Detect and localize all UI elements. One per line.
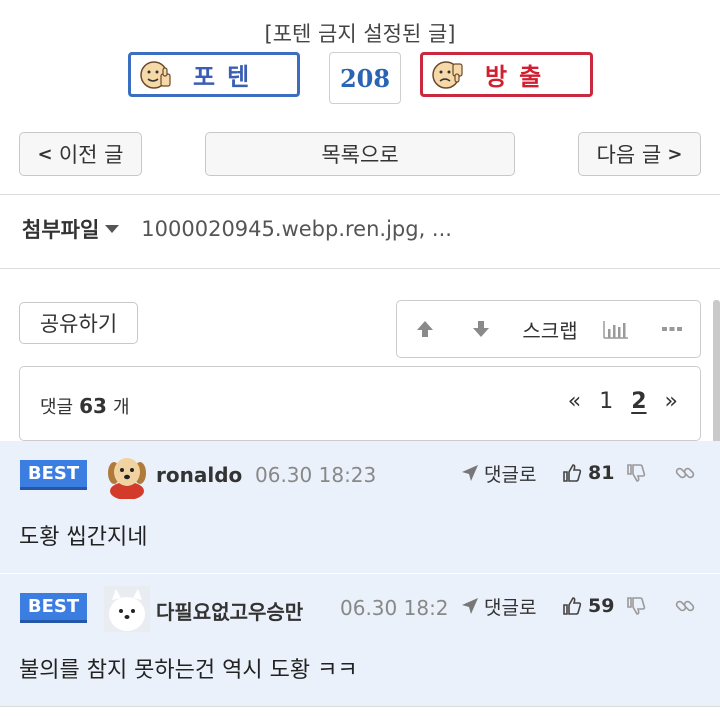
comment-item: BEST ronaldo 06.30 18:23 댓글로 81 도황 씹간지네 (0, 441, 720, 573)
best-badge: BEST (20, 593, 87, 623)
comment-time: 06.30 18:23 (340, 596, 462, 620)
more-icon[interactable] (655, 301, 689, 357)
post-toolbar: 스크랩 (396, 300, 701, 358)
downvote-button[interactable]: 방출 (420, 52, 593, 97)
list-label: 목록으로 (321, 143, 399, 167)
caret-down-icon[interactable] (105, 225, 120, 233)
prev-post-label: 이전 글 (58, 143, 124, 167)
scrap-button[interactable]: 스크랩 (517, 301, 583, 357)
chevron-right-icon: > (661, 143, 683, 165)
page-link-1[interactable]: 1 (599, 389, 613, 414)
best-badge: BEST (20, 460, 87, 490)
comment-count-unit: 개 (112, 397, 130, 418)
thumbs-down-icon (627, 597, 646, 615)
like-button[interactable]: 59 (562, 584, 614, 628)
like-button[interactable]: 81 (562, 451, 614, 495)
dislike-button[interactable] (626, 584, 646, 628)
thumbs-up-face-icon (140, 60, 171, 89)
link-icon[interactable] (674, 584, 696, 628)
share-label: 공유하기 (39, 312, 118, 336)
attachments-toggle[interactable]: 첨부파일 (22, 214, 99, 244)
arrow-down-icon[interactable] (465, 301, 497, 357)
upvote-button[interactable]: 포텐 (128, 52, 300, 97)
thumbs-down-face-icon (432, 60, 463, 89)
next-post-label: 다음 글 (596, 143, 662, 167)
like-count: 59 (588, 595, 615, 617)
divider (0, 706, 720, 707)
reply-arrow-icon (462, 598, 478, 614)
comment-text: 도황 씹간지네 (19, 525, 148, 550)
divider (0, 268, 720, 269)
comment-time: 06.30 18:23 (255, 463, 377, 487)
comment-item: BEST 다필요없고우승만 06.30 18:23 댓글로 59 불의를 참지 … (0, 574, 720, 706)
comment-author[interactable]: ronaldo (156, 463, 242, 487)
comment-actions: 댓글로 81 (450, 451, 720, 495)
comment-author[interactable]: 다필요없고우승만 (156, 596, 303, 625)
reply-button[interactable]: 댓글로 (460, 451, 536, 495)
arrow-up-icon[interactable] (409, 301, 441, 357)
thumbs-up-icon (563, 597, 582, 615)
divider (0, 194, 720, 195)
chevron-left-icon: < (37, 143, 59, 165)
bar-chart-icon[interactable] (599, 301, 633, 357)
reply-label: 댓글로 (484, 463, 537, 486)
pagination-prev[interactable]: « (568, 389, 581, 414)
comment-text: 불의를 참지 못하는건 역시 도황 ㅋㅋ (19, 658, 358, 683)
reply-arrow-icon (462, 465, 478, 481)
dislike-button[interactable] (626, 451, 646, 495)
comment-count: 댓글 63 개 (40, 393, 130, 419)
page-link-2[interactable]: 2 (631, 389, 646, 414)
comments-header: 댓글 63 개 « 1 2 » (19, 366, 701, 441)
scrap-label: 스크랩 (522, 318, 578, 343)
like-count: 81 (588, 462, 615, 484)
white-dog-avatar (104, 586, 150, 632)
downvote-label: 방출 (485, 63, 554, 91)
thumbs-down-icon (627, 464, 646, 482)
share-button[interactable]: 공유하기 (19, 302, 138, 344)
link-icon[interactable] (674, 451, 696, 495)
thumbs-up-icon (563, 464, 582, 482)
reply-label: 댓글로 (484, 596, 537, 619)
prev-post-button[interactable]: < 이전 글 (19, 132, 142, 176)
attachment-file-list[interactable]: 1000020945.webp.ren.jpg, ... (141, 217, 452, 241)
list-button[interactable]: 목록으로 (205, 132, 515, 176)
comment-count-label: 댓글 (40, 397, 74, 418)
attachments: 첨부파일 1000020945.webp.ren.jpg, ... (22, 214, 452, 244)
vote-count: 208 (329, 52, 401, 104)
pagination-next[interactable]: » (665, 389, 678, 414)
comment-pagination: « 1 2 » (568, 389, 678, 414)
ban-notice: [포텐 금지 설정된 글] (264, 22, 456, 46)
comment-count-value: 63 (79, 394, 107, 418)
vote-row: 포텐 208 방출 (0, 52, 720, 104)
puppy-avatar (108, 458, 146, 499)
next-post-button[interactable]: 다음 글 > (578, 132, 701, 176)
comment-actions: 댓글로 59 (450, 584, 720, 628)
upvote-label: 포텐 (193, 63, 262, 91)
reply-button[interactable]: 댓글로 (460, 584, 536, 628)
